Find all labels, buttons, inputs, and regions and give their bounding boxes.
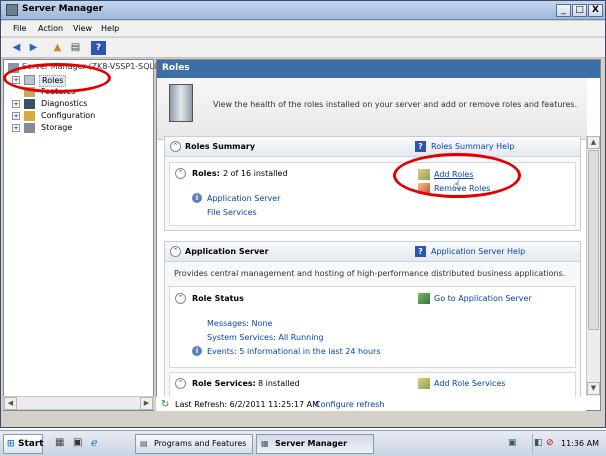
collapse-role-status-icon[interactable]: ⌃ xyxy=(175,293,186,304)
application-server-section: ⌃ Application Server ? Application Serve… xyxy=(164,241,581,402)
application-server-title: Application Server xyxy=(185,247,269,256)
show-hide-tree-icon[interactable]: ▤ xyxy=(68,41,83,55)
role-services-count: 8 installed xyxy=(258,379,300,388)
forward-arrow-icon[interactable]: ▶ xyxy=(26,41,41,55)
info-icon: i xyxy=(192,346,202,356)
status-bar: ↻ Last Refresh: 6/2/2011 11:25:17 AM Con… xyxy=(156,397,586,411)
system-tray: ◧ ⊘ 11:36 AM xyxy=(532,434,603,454)
task-programs-and-features[interactable]: ▤ Programs and Features xyxy=(135,434,253,454)
task-server-manager[interactable]: ▦ Server Manager xyxy=(256,434,374,454)
tree-item-configuration[interactable]: Configuration xyxy=(41,111,95,123)
tree-horizontal-scrollbar[interactable]: ◀ ▶ xyxy=(3,396,154,410)
collapse-roles-icon[interactable]: ⌃ xyxy=(175,168,186,179)
application-server-header: ⌃ Application Server ? Application Serve… xyxy=(165,242,580,262)
add-roles-highlight-oval xyxy=(393,153,521,198)
application-server-help-link[interactable]: Application Server Help xyxy=(431,247,525,256)
page-title: Roles xyxy=(157,60,600,78)
expand-diagnostics-icon[interactable]: + xyxy=(12,100,20,108)
role-status-title: Role Status xyxy=(192,294,244,303)
start-button[interactable]: ⊞ Start xyxy=(3,434,44,454)
scroll-down-icon[interactable]: ▼ xyxy=(587,382,600,395)
messages-link[interactable]: Messages: None xyxy=(207,319,272,328)
navigation-tree: Server Manager (ZK8-VSSP1-SQL08 + Roles … xyxy=(3,59,164,411)
windows-logo-icon: ⊞ xyxy=(7,439,15,449)
roles-header: View the health of the roles installed o… xyxy=(157,78,587,140)
window-title: Server Manager xyxy=(22,4,104,14)
close-button[interactable]: X xyxy=(588,4,603,17)
tray-volume-icon[interactable]: ⊘ xyxy=(546,438,554,448)
diagnostics-icon xyxy=(24,99,35,109)
help-icon[interactable]: ? xyxy=(415,246,426,257)
maximize-button[interactable]: □ xyxy=(572,4,587,17)
roles-highlight-oval xyxy=(3,63,111,93)
roles-label: Roles: xyxy=(192,169,220,178)
tray-security-icon[interactable]: ◧ xyxy=(534,438,543,448)
info-icon: i xyxy=(192,193,202,203)
back-arrow-icon[interactable]: ◀ xyxy=(9,41,24,55)
go-to-icon[interactable] xyxy=(418,293,430,304)
start-label: Start xyxy=(18,439,44,449)
menu-help[interactable]: Help xyxy=(101,24,119,33)
programs-icon: ▤ xyxy=(140,439,148,448)
menu-bar: File Action View Help xyxy=(1,21,605,37)
roles-summary-title: Roles Summary xyxy=(185,142,256,151)
scroll-left-icon[interactable]: ◀ xyxy=(4,397,17,410)
roles-summary-header: ⌃ Roles Summary ? Roles Summary Help xyxy=(165,137,580,157)
role-status-subbox: ⌃ Role Status Go to Application Server M… xyxy=(169,286,576,368)
scroll-up-icon[interactable]: ▲ xyxy=(587,136,600,149)
title-bar[interactable]: Server Manager _ □ X xyxy=(1,1,605,20)
server-manager-quick-icon[interactable]: ▦ xyxy=(55,437,64,448)
server-manager-task-icon: ▦ xyxy=(261,439,269,448)
tree-item-diagnostics[interactable]: Diagnostics xyxy=(41,99,87,111)
roles-count: 2 of 16 installed xyxy=(223,169,288,178)
events-link[interactable]: Events: 5 informational in the last 24 h… xyxy=(207,347,381,356)
storage-icon xyxy=(24,123,35,133)
tree-item-storage[interactable]: Storage xyxy=(41,123,72,135)
internet-explorer-icon[interactable]: ℯ xyxy=(91,436,98,449)
clock[interactable]: 11:36 AM xyxy=(561,439,599,448)
go-to-application-server-link[interactable]: Go to Application Server xyxy=(434,294,532,303)
server-manager-icon xyxy=(6,4,18,16)
tray-network-icon[interactable]: ▣ xyxy=(508,438,517,448)
expand-configuration-icon[interactable]: + xyxy=(12,112,20,120)
role-services-title: Role Services: xyxy=(192,379,256,388)
task-programs-label: Programs and Features xyxy=(154,439,247,448)
roles-summary-help-link[interactable]: Roles Summary Help xyxy=(431,142,514,151)
application-server-link[interactable]: Application Server xyxy=(207,194,280,203)
powershell-quick-icon[interactable]: ▣ xyxy=(73,437,82,448)
menu-action[interactable]: Action xyxy=(38,24,63,33)
configuration-icon xyxy=(24,111,35,121)
system-services-link[interactable]: System Services: All Running xyxy=(207,333,324,342)
help-icon[interactable]: ? xyxy=(91,41,106,55)
help-icon[interactable]: ? xyxy=(415,141,426,152)
toolbar: ◀ ▶ ▲ ▤ ? xyxy=(1,38,605,58)
menu-view[interactable]: View xyxy=(73,24,92,33)
minimize-button[interactable]: _ xyxy=(556,4,571,17)
add-role-services-link[interactable]: Add Role Services xyxy=(434,379,506,388)
taskbar: ⊞ Start ▦ ▣ ℯ ▤ Programs and Features ▦ … xyxy=(0,430,606,456)
configure-refresh-link[interactable]: Configure refresh xyxy=(315,400,384,409)
scroll-thumb[interactable] xyxy=(588,150,599,330)
task-server-manager-label: Server Manager xyxy=(275,439,348,448)
up-folder-icon[interactable]: ▲ xyxy=(50,41,65,55)
collapse-roles-summary-icon[interactable]: ⌃ xyxy=(170,141,181,152)
file-services-link[interactable]: File Services xyxy=(207,208,257,217)
menu-file[interactable]: File xyxy=(13,24,26,33)
server-tower-icon xyxy=(169,84,193,122)
collapse-role-services-icon[interactable]: ⌃ xyxy=(175,378,186,389)
expand-storage-icon[interactable]: + xyxy=(12,124,20,132)
content-vertical-scrollbar[interactable]: ▲ ▼ xyxy=(586,136,600,396)
roles-summary-section: ⌃ Roles Summary ? Roles Summary Help ⌃ R… xyxy=(164,136,581,231)
last-refresh: Last Refresh: 6/2/2011 11:25:17 AM xyxy=(175,400,319,409)
application-server-description: Provides central management and hosting … xyxy=(174,269,566,278)
collapse-application-server-icon[interactable]: ⌃ xyxy=(170,246,181,257)
refresh-icon[interactable]: ↻ xyxy=(161,399,169,410)
roles-description: View the health of the roles installed o… xyxy=(213,100,578,109)
add-role-services-icon[interactable] xyxy=(418,378,430,389)
scroll-right-icon[interactable]: ▶ xyxy=(140,397,153,410)
